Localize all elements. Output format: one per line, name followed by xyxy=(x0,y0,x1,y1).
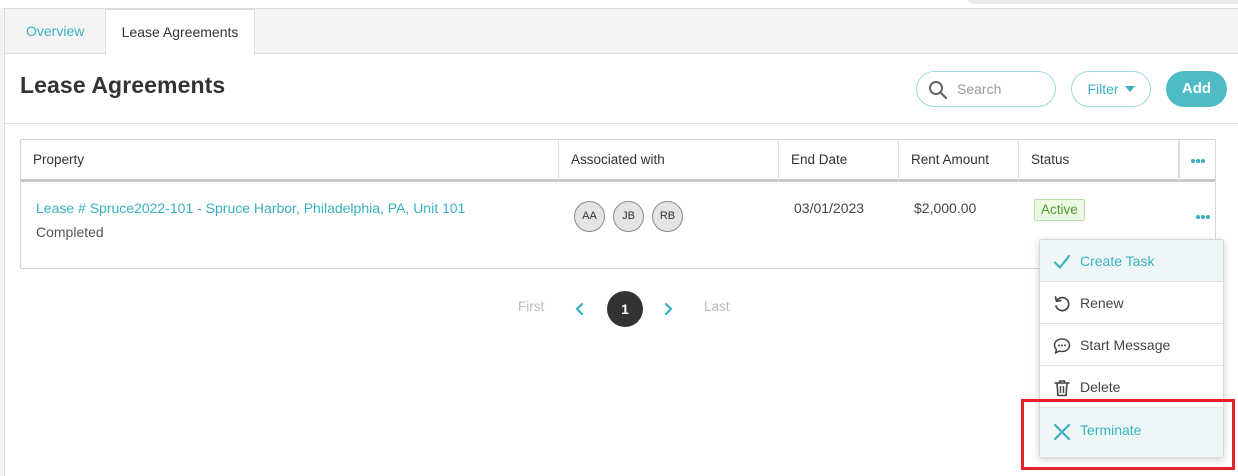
search-input[interactable] xyxy=(957,78,1047,100)
chevron-right-icon[interactable] xyxy=(661,301,675,317)
table-row: Lease # Spruce2022-101 - Spruce Harbor, … xyxy=(21,185,1215,268)
top-strip xyxy=(0,0,1238,8)
property-link[interactable]: Lease # Spruce2022-101 - Spruce Harbor, … xyxy=(36,200,465,216)
tab-bar: Overview Lease Agreements xyxy=(5,9,1238,55)
chevron-left-icon[interactable] xyxy=(573,301,587,317)
more-options-icon xyxy=(1191,159,1205,163)
trash-icon xyxy=(1054,380,1070,397)
pagination-last[interactable]: Last xyxy=(704,299,730,314)
column-options[interactable] xyxy=(1179,140,1215,182)
tab-lease-agreements[interactable]: Lease Agreements xyxy=(105,9,255,55)
avatar[interactable]: AA xyxy=(574,201,605,232)
table-header: Property Associated with End Date Rent A… xyxy=(21,140,1215,182)
menu-item-start-message[interactable]: Start Message xyxy=(1040,324,1223,366)
menu-item-create-task[interactable]: Create Task xyxy=(1040,240,1223,282)
top-strip-shadow xyxy=(968,0,1238,4)
search-box[interactable] xyxy=(916,71,1056,107)
column-header-end-date[interactable]: End Date xyxy=(779,140,899,182)
menu-item-renew[interactable]: Renew xyxy=(1040,282,1223,324)
status-badge: Active xyxy=(1034,199,1085,221)
end-date: 03/01/2023 xyxy=(794,200,865,216)
avatar[interactable]: JB xyxy=(613,201,644,232)
caret-down-icon xyxy=(1124,86,1135,92)
header-divider xyxy=(5,123,1238,124)
column-header-rent[interactable]: Rent Amount xyxy=(899,140,1019,182)
rent-amount: $2,000.00 xyxy=(914,200,977,216)
renew-icon xyxy=(1054,296,1070,312)
filter-button[interactable]: Filter xyxy=(1071,71,1151,107)
lease-state: Completed xyxy=(36,224,104,240)
pagination-current-page[interactable]: 1 xyxy=(607,291,643,327)
column-header-status[interactable]: Status xyxy=(1019,140,1179,182)
terminate-highlight-box xyxy=(1021,399,1235,470)
menu-item-label: Create Task xyxy=(1080,253,1155,269)
pagination-first[interactable]: First xyxy=(518,299,544,314)
tab-overview[interactable]: Overview xyxy=(10,9,100,54)
lease-table: Property Associated with End Date Rent A… xyxy=(20,139,1216,269)
menu-item-label: Renew xyxy=(1080,295,1124,311)
page-title: Lease Agreements xyxy=(20,72,226,98)
row-actions-icon[interactable] xyxy=(1196,212,1212,222)
check-icon xyxy=(1053,254,1071,269)
column-header-associated[interactable]: Associated with xyxy=(559,140,779,182)
search-icon xyxy=(929,81,948,100)
filter-label: Filter xyxy=(1087,81,1119,97)
menu-item-label: Start Message xyxy=(1080,337,1171,353)
message-icon xyxy=(1053,338,1071,354)
column-header-property[interactable]: Property xyxy=(21,140,559,182)
avatar[interactable]: RB xyxy=(652,201,683,232)
add-button[interactable]: Add xyxy=(1166,71,1227,107)
